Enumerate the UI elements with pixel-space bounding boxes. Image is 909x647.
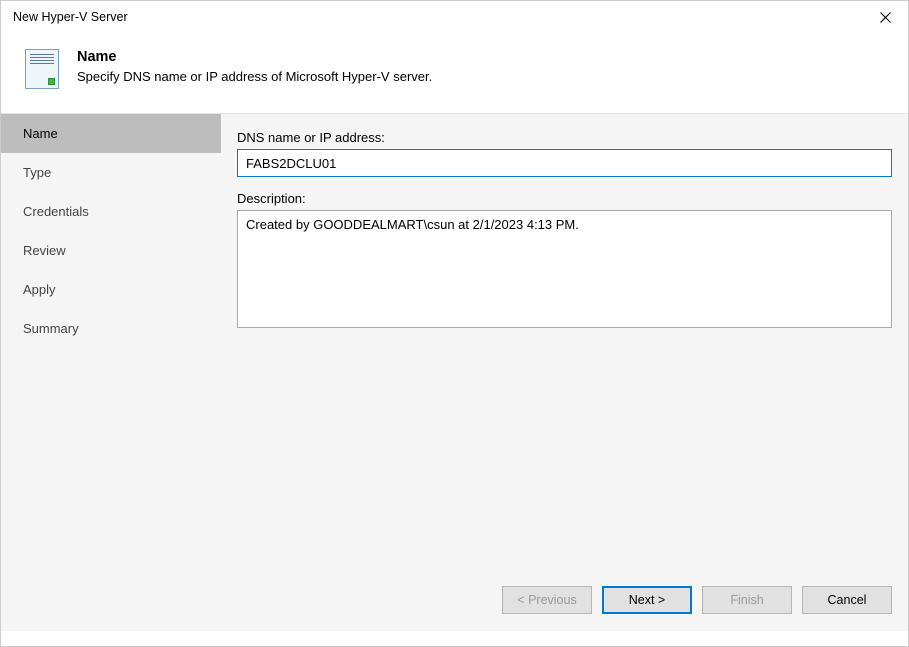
header-text: Name Specify DNS name or IP address of M… — [77, 45, 432, 84]
server-icon — [25, 49, 59, 89]
wizard-footer: < Previous Next > Finish Cancel — [1, 569, 908, 631]
sidebar-item-review[interactable]: Review — [1, 231, 221, 270]
sidebar-item-summary[interactable]: Summary — [1, 309, 221, 348]
sidebar-item-label: Summary — [23, 321, 79, 336]
sidebar-item-label: Apply — [23, 282, 56, 297]
titlebar: New Hyper-V Server — [1, 1, 908, 33]
dns-label: DNS name or IP address: — [237, 130, 892, 145]
sidebar-item-type[interactable]: Type — [1, 153, 221, 192]
description-label: Description: — [237, 191, 892, 206]
close-icon — [880, 12, 891, 23]
sidebar-item-label: Review — [23, 243, 66, 258]
wizard-header: Name Specify DNS name or IP address of M… — [1, 33, 908, 114]
wizard-main: DNS name or IP address: Description: — [221, 114, 908, 569]
header-title: Name — [77, 49, 432, 65]
sidebar-item-apply[interactable]: Apply — [1, 270, 221, 309]
next-button[interactable]: Next > — [602, 586, 692, 614]
window-title: New Hyper-V Server — [13, 10, 128, 24]
sidebar-item-label: Name — [23, 126, 58, 141]
wizard-sidebar: Name Type Credentials Review Apply Summa… — [1, 114, 221, 569]
dns-input[interactable] — [237, 149, 892, 177]
sidebar-item-label: Type — [23, 165, 51, 180]
wizard-content: Name Type Credentials Review Apply Summa… — [1, 114, 908, 569]
cancel-button[interactable]: Cancel — [802, 586, 892, 614]
sidebar-item-label: Credentials — [23, 204, 89, 219]
sidebar-item-name[interactable]: Name — [1, 114, 221, 153]
finish-button: Finish — [702, 586, 792, 614]
close-button[interactable] — [862, 2, 908, 32]
description-input[interactable] — [237, 210, 892, 328]
sidebar-item-credentials[interactable]: Credentials — [1, 192, 221, 231]
header-subtitle: Specify DNS name or IP address of Micros… — [77, 69, 432, 84]
previous-button: < Previous — [502, 586, 592, 614]
